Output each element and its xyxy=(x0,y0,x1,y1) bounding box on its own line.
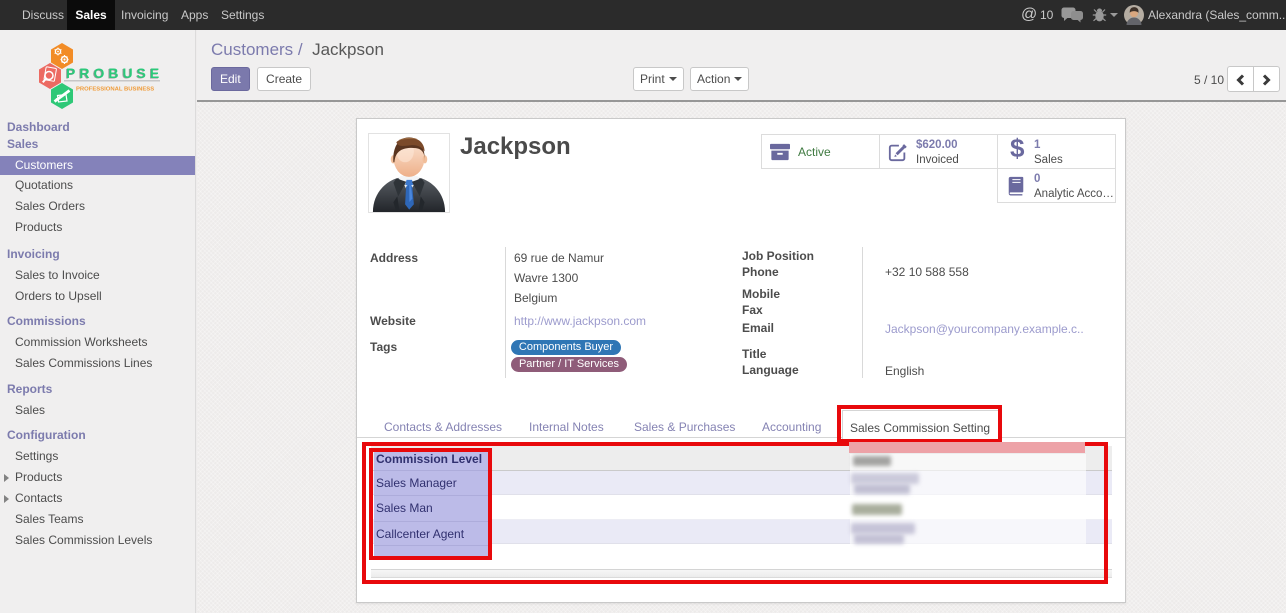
svg-text:PROBUSE: PROBUSE xyxy=(66,65,163,81)
svg-text:PROFESSIONAL BUSINESS: PROFESSIONAL BUSINESS xyxy=(76,87,154,93)
